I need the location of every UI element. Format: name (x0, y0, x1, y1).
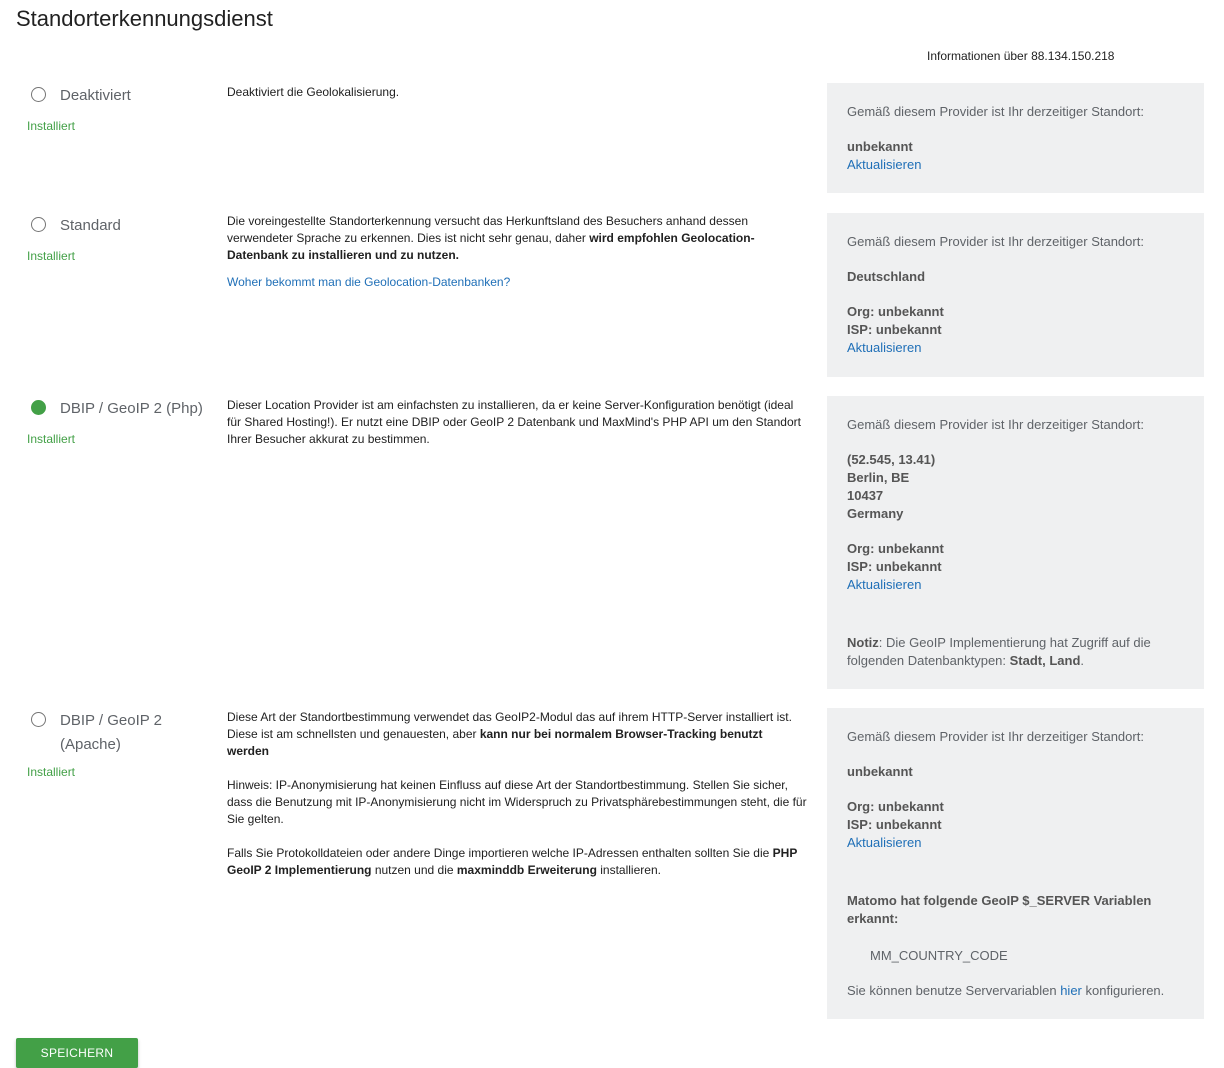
radio-geoip2-php-selected[interactable] (31, 400, 46, 415)
refresh-link[interactable]: Aktualisieren (847, 340, 921, 355)
org-value: Org: unbekannt (847, 799, 944, 814)
isp-value: ISP: unbekannt (847, 322, 942, 337)
location-panel: Gemäß diesem Provider ist Ihr derzeitige… (827, 83, 1204, 193)
installed-status: Installiert (27, 765, 76, 779)
location-value: unbekannt (847, 139, 913, 154)
server-variable-item: MM_COUNTRY_CODE (870, 948, 1008, 963)
country-value: Germany (847, 506, 904, 521)
server-variables-config-text: Sie können benutze Servervariablen hier … (847, 983, 1165, 998)
installed-status: Installiert (27, 119, 76, 133)
radio-geoip2-apache[interactable] (31, 712, 46, 727)
refresh-link[interactable]: Aktualisieren (847, 835, 921, 850)
refresh-link[interactable]: Aktualisieren (847, 577, 921, 592)
radio-disabled[interactable] (31, 87, 46, 102)
coordinates-value: (52.545, 13.41) (847, 452, 936, 467)
location-intro: Gemäß diesem Provider ist Ihr derzeitige… (847, 234, 1144, 249)
location-panel: Gemäß diesem Provider ist Ihr derzeitige… (827, 396, 1204, 689)
provider-description: Diese Art der Standortbestimmung verwend… (227, 710, 807, 877)
postal-code-value: 10437 (847, 488, 884, 503)
location-intro: Gemäß diesem Provider ist Ihr derzeitige… (847, 104, 1144, 119)
database-types-note: Notiz: Die GeoIP Implementierung hat Zug… (847, 635, 1151, 668)
location-panel: Gemäß diesem Provider ist Ihr derzeitige… (827, 213, 1204, 377)
location-value: unbekannt (847, 764, 913, 779)
server-variables-heading: Matomo hat folgende GeoIP $_SERVER Varia… (847, 893, 1152, 926)
provider-label[interactable]: DBIP / GeoIP 2 (Php) (60, 397, 210, 421)
installed-status: Installiert (27, 249, 76, 263)
provider-label[interactable]: Deaktiviert (60, 84, 210, 108)
provider-description: Dieser Location Provider ist am einfachs… (227, 398, 801, 446)
isp-value: ISP: unbekannt (847, 559, 942, 574)
refresh-link[interactable]: Aktualisieren (847, 157, 921, 172)
provider-description: Die voreingestellte Standorterkennung ve… (227, 214, 755, 289)
page-title: Standorterkennungsdienst (16, 6, 273, 31)
org-value: Org: unbekannt (847, 304, 944, 319)
location-panel: Gemäß diesem Provider ist Ihr derzeitige… (827, 708, 1204, 1019)
geolocation-db-help-link[interactable]: Woher bekommt man die Geolocation-Datenb… (227, 275, 510, 289)
city-value: Berlin, BE (847, 470, 910, 485)
provider-label[interactable]: Standard (60, 214, 210, 238)
provider-label[interactable]: DBIP / GeoIP 2 (Apache) (60, 709, 180, 757)
radio-standard[interactable] (31, 217, 46, 232)
org-value: Org: unbekannt (847, 541, 944, 556)
server-variables-config-link[interactable]: hier (1060, 983, 1082, 998)
installed-status: Installiert (27, 432, 76, 446)
isp-value: ISP: unbekannt (847, 817, 942, 832)
ip-info-header: Informationen über 88.134.150.218 (927, 49, 1115, 63)
location-value: Deutschland (847, 269, 926, 284)
location-intro: Gemäß diesem Provider ist Ihr derzeitige… (847, 729, 1144, 744)
provider-description: Deaktiviert die Geolokalisierung. (227, 85, 400, 99)
location-intro: Gemäß diesem Provider ist Ihr derzeitige… (847, 417, 1144, 432)
